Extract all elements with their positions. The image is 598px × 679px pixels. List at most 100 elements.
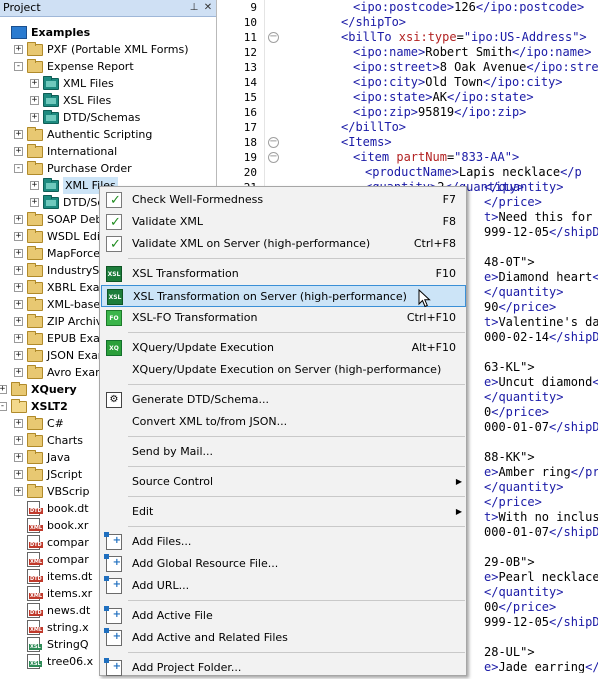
line-number: 18 [243,136,257,149]
expand-icon[interactable]: + [14,487,23,496]
menu-item-label: Send by Mail... [132,445,214,458]
code-token: </shipDate [549,330,598,344]
tree-item[interactable]: + Authentic Scripting [0,126,216,143]
expand-icon[interactable]: + [30,181,39,190]
code-token: <item [353,150,397,164]
expand-icon[interactable]: + [14,453,23,462]
menu-item-add-files[interactable]: Add Files... [101,530,466,553]
collapse-icon[interactable]: - [0,402,7,411]
tree-item[interactable]: + XML Files [0,75,216,92]
code-token: xsi:type [398,30,457,44]
expand-icon[interactable]: + [30,198,39,207]
expand-icon[interactable]: + [14,351,23,360]
expand-icon[interactable]: + [14,368,23,377]
code-fragment: e>Diamond heart</pr [484,270,598,285]
expand-icon[interactable]: + [14,147,23,156]
code-token: Lapis necklace [458,165,561,179]
code-fragment: t>Need this for the [484,210,598,225]
fold-toggle-icon[interactable]: − [268,137,279,148]
collapse-icon[interactable]: - [14,164,23,173]
menu-item-add-global-resource-file[interactable]: Add Global Resource File... [101,552,466,575]
code-token: 90 [484,300,499,314]
code-fragment: </price> [484,495,542,510]
menu-item-xquery-update-execution-on-server-high-performance[interactable]: XQuery/Update Execution on Server (high-… [101,359,466,381]
line-number: 9 [250,1,257,14]
folder-icon [43,178,59,192]
menu-separator [128,466,465,467]
code-line: <ipo:zip>95819</ipo:zip> [353,105,526,120]
menu-item-add-url[interactable]: Add URL... [101,574,466,597]
expand-icon[interactable]: + [14,470,23,479]
tree-item[interactable]: + International [0,143,216,160]
tree-item[interactable]: + PXF (Portable XML Forms) [0,41,216,58]
tree-item-label: book.dt [47,502,89,515]
code-token: e> [484,270,499,284]
code-token: > [579,30,587,44]
line-number: 14 [243,76,257,89]
expand-icon[interactable]: + [14,130,23,139]
pin-icon[interactable]: ⊥ [188,0,200,15]
menu-item-validate-xml-on-server-high-performance[interactable]: Validate XML on Server (high-performance… [101,233,466,256]
code-token: </shipDate [549,420,598,434]
tree-item[interactable]: - Purchase Order [0,160,216,177]
menu-item-xsl-transformation-on-server-high-performance[interactable]: XSL XSL Transformation on Server (high-pe… [101,285,466,307]
menu-item-label: Check Well-Formedness [132,193,264,206]
expand-icon[interactable]: + [0,385,7,394]
tree-item-label: XML Files [63,77,114,90]
expand-icon[interactable]: + [30,79,39,88]
code-token: </shipDate [549,225,598,239]
code-token: Pearl necklace [498,570,598,584]
file-type-tag: DTD [29,610,43,616]
menu-item-xsl-fo-transformation[interactable]: FO XSL-FO Transformation Ctrl+F10 [101,307,466,329]
expand-icon[interactable]: + [30,96,39,105]
expand-icon[interactable]: + [14,283,23,292]
code-token: </quantity> [484,480,564,494]
expand-icon[interactable]: + [14,300,23,309]
menu-item-shortcut: Alt+F10 [411,341,456,354]
menu-item-convert-xml-to-from-json[interactable]: Convert XML to/from JSON... [101,411,466,433]
code-fragment: 88-KK"> [484,450,535,465]
expand-icon[interactable]: + [14,249,23,258]
menu-item-generate-dtd-schema[interactable]: ⚙ Generate DTD/Schema... [101,389,466,411]
tree-item[interactable]: - Expense Report [0,58,216,75]
tree-item[interactable]: Examples [0,24,216,41]
expand-icon[interactable]: + [30,113,39,122]
menu-item-add-active-and-related-files[interactable]: Add Active and Related Files [101,626,466,649]
menu-item-check-well-formedness[interactable]: Check Well-Formedness F7 [101,189,466,212]
expand-icon[interactable]: + [14,334,23,343]
expand-icon[interactable]: + [14,419,23,428]
expand-icon[interactable]: + [14,45,23,54]
expand-icon[interactable]: + [14,436,23,445]
code-token: </prod [570,465,598,479]
tree-item-label: XML-base [47,298,101,311]
expand-icon[interactable]: + [14,266,23,275]
menu-item-add-project-folder[interactable]: Add Project Folder... [101,656,466,679]
code-line: <Items> [341,135,392,150]
file-type-tag: DTD [29,542,43,548]
fold-toggle-icon[interactable]: − [268,32,279,43]
code-line: <ipo:street>8 Oak Avenue</ipo:street [353,60,598,75]
file-dtd-icon: DTD [27,569,43,584]
expand-icon[interactable]: + [14,215,23,224]
code-token: 999-12-05 [484,615,550,629]
collapse-icon[interactable]: - [14,62,23,71]
expand-icon[interactable]: + [14,232,23,241]
menu-item-validate-xml[interactable]: Validate XML F8 [101,211,466,234]
menu-item-label: Add Global Resource File... [132,557,279,570]
menu-item-source-control[interactable]: Source Control ▶ [101,471,466,493]
code-line: <item partNum="833-AA"> [353,150,519,165]
expand-icon[interactable]: + [14,317,23,326]
tree-item-label: WSDL Edit [47,230,105,243]
code-token: Amber ring [498,465,571,479]
menu-item-xquery-update-execution[interactable]: XQ XQuery/Update Execution Alt+F10 [101,337,466,359]
menu-item-xsl-transformation[interactable]: XSL XSL Transformation F10 [101,263,466,285]
tree-item[interactable]: + DTD/Schemas [0,109,216,126]
menu-item-add-active-file[interactable]: Add Active File [101,604,466,627]
code-token: <ipo:city> [353,75,426,89]
menu-item-label: Validate XML [132,215,203,228]
tree-item[interactable]: + XSL Files [0,92,216,109]
menu-item-edit[interactable]: Edit ▶ [101,501,466,523]
close-icon[interactable]: ✕ [202,0,214,15]
menu-item-send-by-mail[interactable]: Send by Mail... [101,441,466,463]
fold-toggle-icon[interactable]: − [268,152,279,163]
